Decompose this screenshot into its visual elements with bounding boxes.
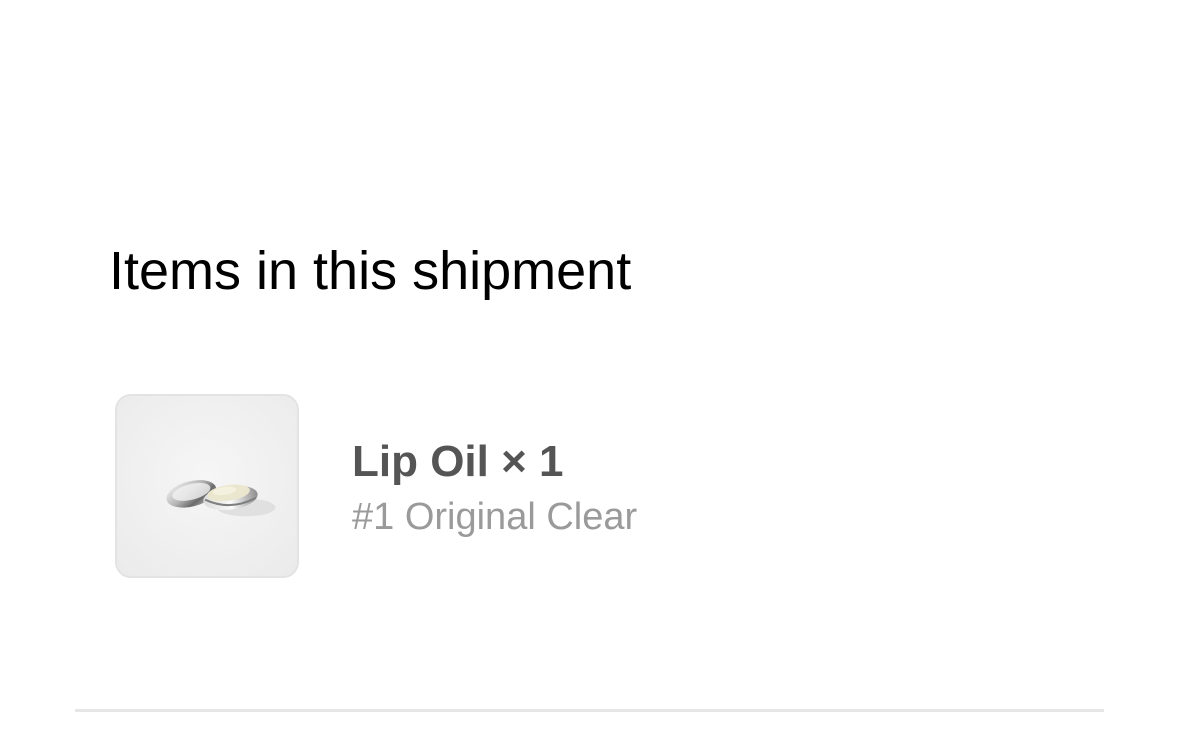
section-divider: [75, 709, 1104, 712]
item-name: Lip Oil × 1: [352, 437, 564, 486]
item-variant: #1 Original Clear: [352, 496, 638, 538]
product-thumbnail[interactable]: [115, 394, 299, 578]
section-title: Items in this shipment: [109, 241, 632, 301]
item-details: Lip Oil × 1 #1 Original Clear: [352, 434, 637, 542]
lip-oil-product-icon: [117, 396, 297, 576]
shipment-item-row[interactable]: Lip Oil × 1 #1 Original Clear: [115, 394, 1015, 580]
